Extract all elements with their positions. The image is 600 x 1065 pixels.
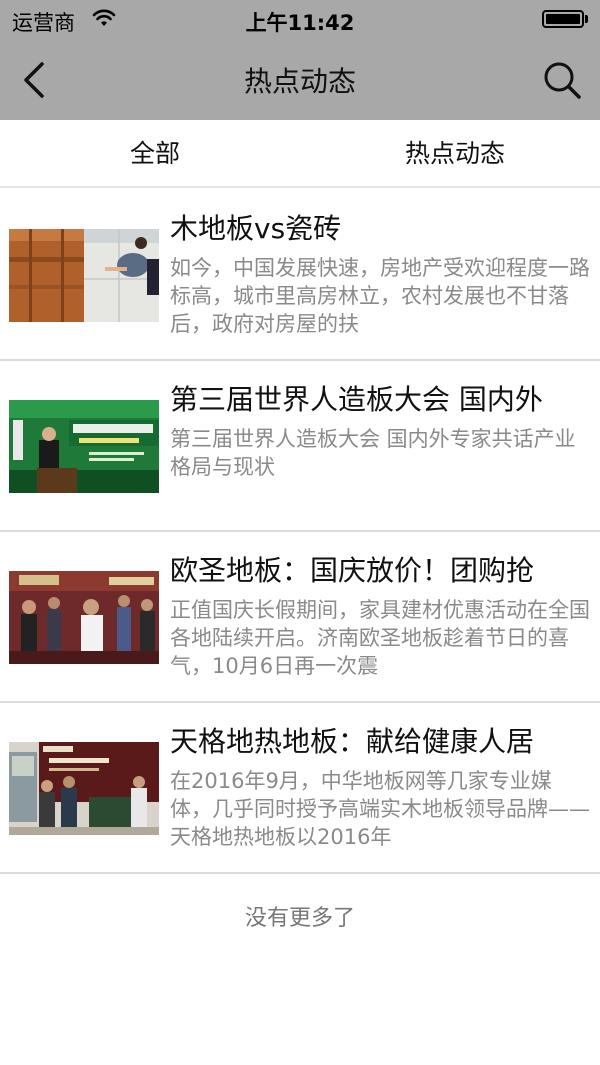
article-title: 第三届世界人造板大会 国内外 [170,383,543,416]
no-more-indicator: 没有更多了 [244,906,355,931]
article-summary: 第三届世界人造板大会 国内外专家共话产业格局与现状 [170,427,576,479]
article-item[interactable]: 木地板vs瓷砖 如今，中国发展快速，房地产受欢迎程度一路标高，城市里高房林立，农… [0,190,600,361]
app-screen: 运营商 上午11:42 热点动态 全部 热点动态 木地板vs瓷砖 如今，中国发展… [0,0,600,1065]
article-item[interactable]: 第三届世界人造板大会 国内外 第三届世界人造板大会 国内外专家共话产业格局与现状 [0,361,600,532]
article-title: 天格地热地板：献给健康人居 [170,725,535,758]
battery-icon [542,10,588,28]
article-thumbnail [9,571,159,664]
article-summary: 在2016年9月，中华地板网等几家专业媒体，几乎同时授予高端实木地板领导品牌——… [170,769,590,849]
article-summary: 如今，中国发展快速，房地产受欢迎程度一路标高，城市里高房林立，农村发展也不甘落后… [170,256,590,336]
article-title: 木地板vs瓷砖 [170,212,342,245]
tab-hot-news[interactable]: 热点动态 [310,120,600,188]
article-title: 欧圣地板：国庆放价！团购抢 [170,554,535,587]
page-title: 热点动态 [243,65,356,98]
tab-all[interactable]: 全部 [0,120,310,188]
article-list: 木地板vs瓷砖 如今，中国发展快速，房地产受欢迎程度一路标高，城市里高房林立，农… [0,190,600,874]
article-thumbnail [9,229,159,322]
article-thumbnail [9,742,159,835]
status-bar: 运营商 上午11:42 [0,0,600,40]
article-thumbnail [9,400,159,493]
top-bar: 运营商 上午11:42 热点动态 [0,0,600,120]
navigation-bar: 热点动态 [0,40,600,120]
article-item[interactable]: 天格地热地板：献给健康人居 在2016年9月，中华地板网等几家专业媒体，几乎同时… [0,703,600,874]
status-time: 上午11:42 [245,11,355,35]
search-button[interactable] [540,58,584,102]
search-icon [544,62,581,99]
article-item[interactable]: 欧圣地板：国庆放价！团购抢 正值国庆长假期间，家具建材优惠活动在全国各地陆续开启… [0,532,600,703]
category-tabs: 全部 热点动态 [0,120,600,188]
article-summary: 正值国庆长假期间，家具建材优惠活动在全国各地陆续开启。济南欧圣地板趁着节日的喜气… [170,598,590,678]
